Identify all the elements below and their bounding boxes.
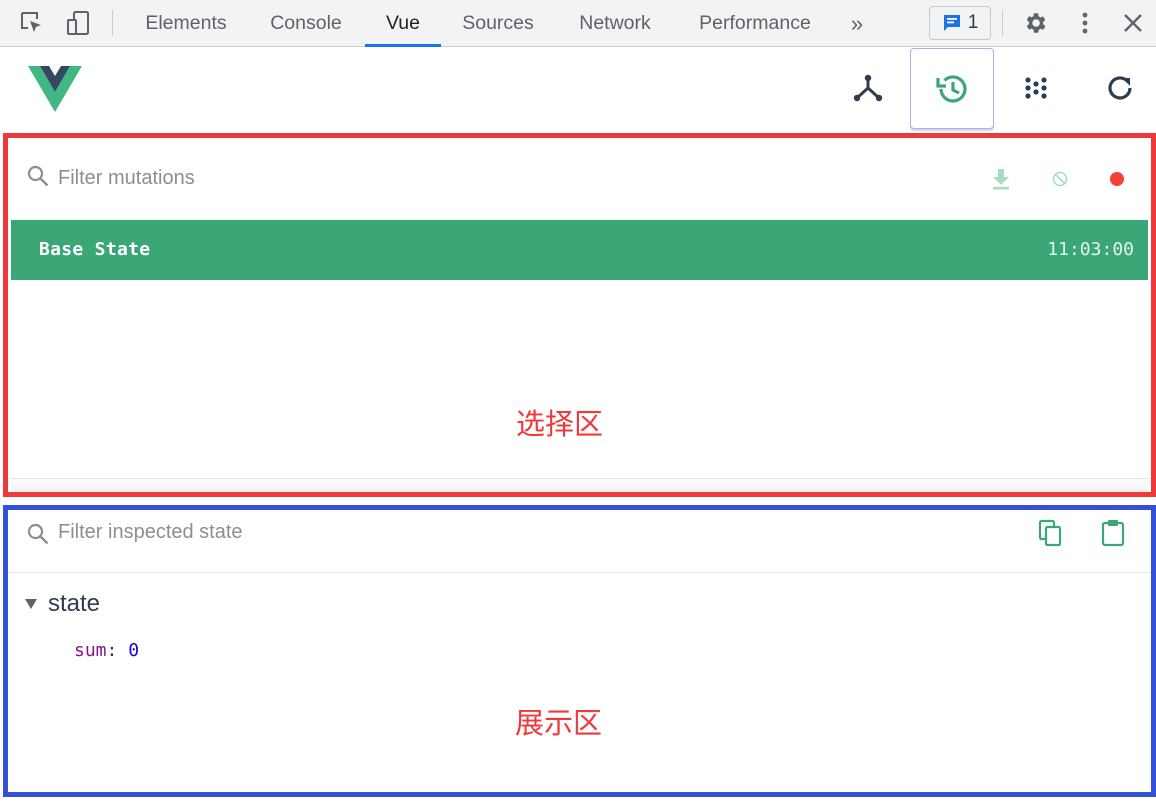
- tab-elements[interactable]: Elements: [130, 0, 242, 46]
- issues-button[interactable]: 1: [929, 6, 991, 40]
- inspect-element-icon[interactable]: [18, 9, 46, 37]
- property-colon: :: [106, 640, 129, 661]
- tab-vue[interactable]: Vue: [365, 0, 441, 47]
- state-section-title: state: [48, 590, 101, 617]
- events-tab-button[interactable]: [994, 47, 1078, 129]
- refresh-icon: [1108, 76, 1132, 100]
- mutation-list-item[interactable]: Base State 11:03:00: [11, 220, 1148, 280]
- select-zone-frame: Base State 11:03:00 选择区: [3, 133, 1156, 497]
- settings-icon[interactable]: [1021, 9, 1049, 37]
- kebab-menu-icon[interactable]: [1071, 9, 1099, 37]
- toolbar-divider: [1002, 10, 1003, 36]
- mutations-filter-input[interactable]: [58, 160, 758, 196]
- clear-button[interactable]: [1043, 162, 1077, 196]
- timeline-vuex-icon: [936, 74, 967, 103]
- mutations-filter-bar: [8, 138, 1151, 219]
- export-icon: [993, 169, 1009, 190]
- search-icon: [26, 164, 50, 193]
- components-tab-icon: [853, 74, 883, 102]
- state-section-header[interactable]: state: [24, 590, 100, 618]
- events-icon: [1025, 77, 1047, 99]
- vue-logo: [28, 66, 82, 117]
- vue-devtools-toolbar: [0, 47, 1156, 133]
- clear-icon: [1052, 171, 1068, 187]
- search-icon: [26, 522, 50, 551]
- device-toolbar-icon[interactable]: [64, 9, 92, 37]
- issues-count: 1: [967, 12, 979, 33]
- paste-state-button[interactable]: [1096, 516, 1130, 550]
- mutation-name: Base State: [39, 239, 151, 260]
- paste-icon: [1101, 520, 1125, 547]
- close-icon[interactable]: [1119, 9, 1147, 37]
- copy-state-button[interactable]: [1033, 516, 1067, 550]
- record-button[interactable]: [1100, 162, 1134, 196]
- display-zone-label: 展示区: [515, 706, 603, 740]
- vuex-history-tab-button[interactable]: [910, 48, 994, 129]
- copy-icon: [1038, 519, 1062, 547]
- state-property-row[interactable]: sum: 0: [74, 640, 139, 661]
- record-icon: [1110, 172, 1124, 186]
- pane-resize-divider[interactable]: [11, 478, 1148, 492]
- refresh-button[interactable]: [1078, 47, 1156, 129]
- tab-console[interactable]: Console: [256, 0, 356, 46]
- display-zone-frame: state sum: 0 展示区: [3, 505, 1156, 797]
- tab-network[interactable]: Network: [562, 0, 668, 46]
- more-tabs-icon[interactable]: »: [842, 0, 872, 46]
- export-button[interactable]: [984, 162, 1018, 196]
- devtools-tab-bar: Elements Console Vue Sources Network Per…: [0, 0, 1156, 47]
- state-filter-input[interactable]: [58, 515, 758, 549]
- state-property-value[interactable]: 0: [128, 640, 139, 661]
- state-property-key: sum: [74, 640, 107, 661]
- mutation-timestamp: 11:03:00: [1047, 239, 1134, 260]
- select-zone-label: 选择区: [516, 407, 604, 441]
- toolbar-divider: [112, 10, 113, 36]
- components-tab-button[interactable]: [826, 47, 910, 129]
- tab-performance[interactable]: Performance: [684, 0, 826, 46]
- caret-down-icon[interactable]: [24, 598, 38, 610]
- tab-sources[interactable]: Sources: [450, 0, 546, 46]
- issues-icon: [943, 15, 960, 31]
- state-filter-bar: [8, 510, 1151, 573]
